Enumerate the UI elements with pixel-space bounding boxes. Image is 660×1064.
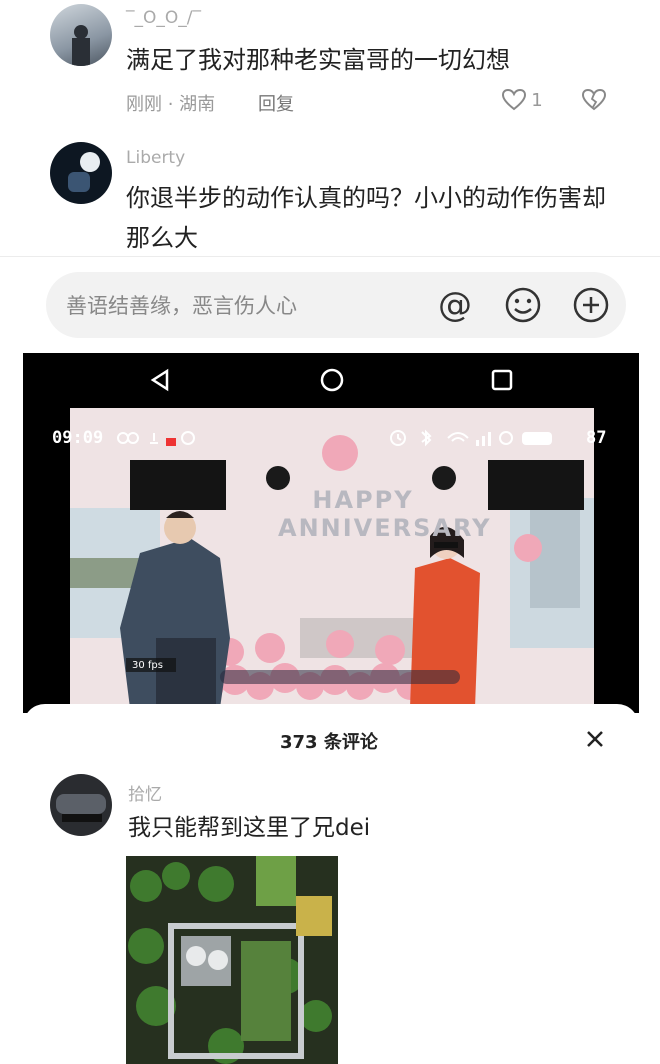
plus-circle-icon [573,287,609,323]
comment-username[interactable]: 拾忆 [128,780,162,805]
heart-icon [502,88,527,111]
status-time: 09:09 [52,428,104,448]
avatar-image [72,25,90,66]
comment-text: 满足了我对那种老实富哥的一切幻想 [126,46,510,74]
emoji-button[interactable] [502,284,544,326]
at-icon: @ [438,285,472,325]
nav-home-button[interactable] [312,364,352,396]
recents-square-icon [491,369,513,391]
back-triangle-icon [150,368,169,392]
avatar[interactable] [50,4,112,66]
video-frame[interactable]: HAPPY ANNIVERSARY 30 fps [70,408,594,708]
close-icon [587,731,603,747]
system-icons [390,429,552,447]
broken-heart-icon [581,88,607,111]
add-button[interactable] [570,284,612,326]
comment-time-location: 刚刚 · 湖南 [126,94,216,115]
avatar-image [68,152,100,192]
status-left-icons [116,430,202,446]
avatar[interactable] [50,774,112,836]
video-subtitle [220,670,460,684]
divider [0,256,660,257]
nav-recents-button[interactable] [482,364,522,396]
like-button[interactable]: 1 [497,86,547,114]
avatar[interactable] [50,142,112,204]
fps-label: 30 fps [132,660,163,671]
status-right-icons [388,428,584,448]
comment-text: 你退半步的动作认真的吗？小小的动作伤害却那么大 [126,184,606,252]
comment-username[interactable]: Liberty [126,148,185,168]
like-count: 1 [531,89,543,111]
vegetables-photo [126,856,338,1064]
notification-icons [117,431,195,446]
comment-text: 我只能帮到这里了兄dei [128,815,371,841]
avatar-image [56,794,106,822]
dislike-button[interactable] [578,86,610,114]
comment-username[interactable]: ‾_O_O_/‾ [126,8,201,28]
nav-back-button[interactable] [140,364,180,396]
sheet-title: 373 条评论 [280,732,378,753]
home-circle-icon [320,368,344,392]
close-button[interactable] [578,722,612,756]
battery-level: 87 [586,428,607,448]
comment-image[interactable] [126,856,338,1064]
mention-button[interactable]: @ [434,284,476,326]
reply-button[interactable]: 回复 [258,90,294,116]
smiley-icon [505,287,541,323]
video-banner: HAPPY ANNIVERSARY [278,486,492,542]
comment-input[interactable]: 善语结善缘，恶言伤人心 [66,290,297,320]
